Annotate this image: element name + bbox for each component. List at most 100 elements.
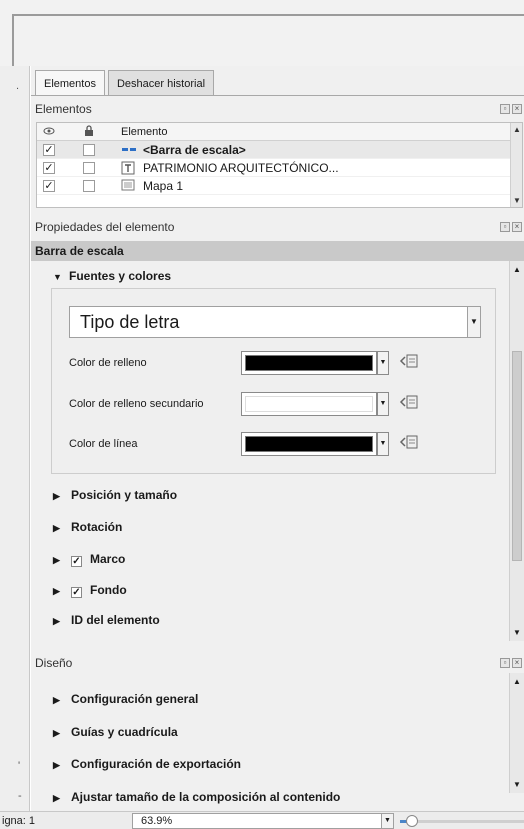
collapsed-arrow-icon[interactable]: ▶ <box>53 491 71 502</box>
line-color-label: Color de línea <box>69 438 138 450</box>
scroll-up-icon[interactable]: ▲ <box>513 677 521 686</box>
layout-scrollbar[interactable]: ▲ ▼ <box>509 673 524 793</box>
section-configuracion-general[interactable]: ▶ Configuración general <box>53 692 198 706</box>
float-icon[interactable]: ▫ <box>500 222 510 232</box>
items-panel: Elementos Deshacer historial Elementos ▫… <box>31 66 524 813</box>
lock-checkbox[interactable] <box>83 180 95 192</box>
zoom-value: 63.9% <box>141 815 173 827</box>
collapsed-arrow-icon[interactable]: ▶ <box>53 760 71 771</box>
section-label: Rotación <box>71 520 123 534</box>
data-defined-override-icon[interactable] <box>399 353 421 372</box>
scroll-down-icon[interactable]: ▼ <box>513 780 521 789</box>
section-fondo[interactable]: ▶ ✓ Fondo <box>53 583 127 598</box>
frame-checkbox[interactable]: ✓ <box>71 556 82 567</box>
collapsed-arrow-icon[interactable]: ▶ <box>53 555 71 566</box>
scroll-up-icon[interactable]: ▲ <box>513 125 521 134</box>
background-checkbox[interactable]: ✓ <box>71 587 82 598</box>
fill-color-row: Color de relleno ▼ <box>69 351 489 377</box>
visibility-checkbox[interactable]: ✓ <box>43 144 55 156</box>
section-ajustar-tamano[interactable]: ▶ Ajustar tamaño de la composición al con… <box>53 790 340 804</box>
properties-item-title: Barra de escala <box>31 241 524 261</box>
line-color-row: Color de línea ▼ <box>69 432 489 458</box>
canvas-marker: ' <box>18 760 21 772</box>
toolbar-border-left <box>12 14 14 66</box>
close-icon[interactable]: × <box>512 104 522 114</box>
section-guias-y-cuadricula[interactable]: ▶ Guías y cuadrícula <box>53 725 178 739</box>
collapsed-arrow-icon[interactable]: ▶ <box>53 523 71 534</box>
font-button-label: Tipo de letra <box>80 312 180 332</box>
font-button[interactable]: Tipo de letra ▼ <box>69 306 481 338</box>
scroll-down-icon[interactable]: ▼ <box>513 628 521 637</box>
tree-row-scalebar[interactable]: ✓ <Barra de escala> <box>37 141 522 159</box>
visibility-checkbox[interactable]: ✓ <box>43 162 55 174</box>
tree-header: Elemento <box>37 123 522 141</box>
lock-icon[interactable] <box>83 125 95 140</box>
section-rotacion[interactable]: ▶ Rotación <box>53 520 122 534</box>
layout-panel-controls: ▫ × <box>500 658 522 668</box>
data-defined-override-icon[interactable] <box>399 394 421 413</box>
section-configuracion-de-exportacion[interactable]: ▶ Configuración de exportación <box>53 757 241 771</box>
status-bar: igna: 1 63.9% ▼ <box>0 811 524 829</box>
tree-row-title[interactable]: ✓ PATRIMONIO ARQUITECTÓNICO... <box>37 159 522 177</box>
elements-tree: Elemento ✓ <Barra de escala> ✓ PATRIMONI… <box>36 122 523 208</box>
section-marco[interactable]: ▶ ✓ Marco <box>53 552 125 567</box>
element-label: <Barra de escala> <box>143 143 246 157</box>
line-color-button[interactable] <box>241 432 377 456</box>
color-swatch <box>245 436 373 452</box>
collapsed-arrow-icon[interactable]: ▶ <box>53 586 71 597</box>
tab-deshacer-historial[interactable]: Deshacer historial <box>107 70 215 96</box>
data-defined-override-icon[interactable] <box>399 434 421 453</box>
section-label: Ajustar tamaño de la composición al cont… <box>71 790 341 804</box>
section-id-del-elemento[interactable]: ▶ ID del elemento <box>53 613 160 627</box>
text-icon <box>121 161 135 178</box>
lock-checkbox[interactable] <box>83 144 95 156</box>
secondary-fill-color-label: Color de relleno secundario <box>69 398 204 410</box>
float-icon[interactable]: ▫ <box>500 104 510 114</box>
map-icon <box>121 179 135 194</box>
tree-row-map[interactable]: ✓ Mapa 1 <box>37 177 522 195</box>
collapsed-arrow-icon[interactable]: ▶ <box>53 616 71 627</box>
dropdown-icon[interactable]: ▼ <box>381 814 393 828</box>
scrollbar-thumb[interactable] <box>512 351 522 561</box>
toolbar-border <box>12 14 524 16</box>
properties-panel-title: Propiedades del elemento <box>35 220 175 234</box>
close-icon[interactable]: × <box>512 658 522 668</box>
dropdown-icon[interactable]: ▼ <box>467 306 481 338</box>
tree-scrollbar[interactable]: ▲ ▼ <box>510 123 522 207</box>
zoom-combobox[interactable]: 63.9% ▼ <box>132 813 394 829</box>
visibility-checkbox[interactable]: ✓ <box>43 180 55 192</box>
scroll-down-icon[interactable]: ▼ <box>513 196 521 205</box>
section-posicion-y-tamano[interactable]: ▶ Posición y tamaño <box>53 488 177 502</box>
group-fuentes-y-colores[interactable]: ▼ Fuentes y colores <box>53 269 171 283</box>
zoom-slider[interactable] <box>400 815 524 827</box>
canvas-marker: - <box>18 790 22 802</box>
section-label: Configuración general <box>71 692 199 706</box>
dropdown-icon[interactable]: ▼ <box>377 351 389 375</box>
zoom-slider-handle[interactable] <box>406 815 419 827</box>
dropdown-icon[interactable]: ▼ <box>377 392 389 416</box>
eye-icon[interactable] <box>43 125 55 140</box>
collapsed-arrow-icon[interactable]: ▶ <box>53 793 71 804</box>
section-label: Fondo <box>90 583 127 597</box>
tab-divider <box>31 95 524 96</box>
properties-scrollbar[interactable]: ▲ ▼ <box>509 261 524 641</box>
element-column-header[interactable]: Elemento <box>121 126 167 138</box>
secondary-fill-color-button[interactable] <box>241 392 377 416</box>
color-swatch <box>245 396 373 412</box>
expanded-arrow-icon[interactable]: ▼ <box>53 272 69 282</box>
fill-color-button[interactable] <box>241 351 377 375</box>
tab-elementos[interactable]: Elementos <box>35 70 105 96</box>
collapsed-arrow-icon[interactable]: ▶ <box>53 728 71 739</box>
float-icon[interactable]: ▫ <box>500 658 510 668</box>
close-icon[interactable]: × <box>512 222 522 232</box>
canvas-marker: . <box>16 80 20 92</box>
section-label: Configuración de exportación <box>71 757 242 771</box>
dropdown-icon[interactable]: ▼ <box>377 432 389 456</box>
collapsed-arrow-icon[interactable]: ▶ <box>53 695 71 706</box>
elements-panel-title: Elementos <box>35 102 92 116</box>
element-label: PATRIMONIO ARQUITECTÓNICO... <box>143 161 339 175</box>
lock-checkbox[interactable] <box>83 162 95 174</box>
scroll-up-icon[interactable]: ▲ <box>513 265 521 274</box>
page-indicator: igna: 1 <box>2 815 36 827</box>
element-label: Mapa 1 <box>143 179 184 193</box>
